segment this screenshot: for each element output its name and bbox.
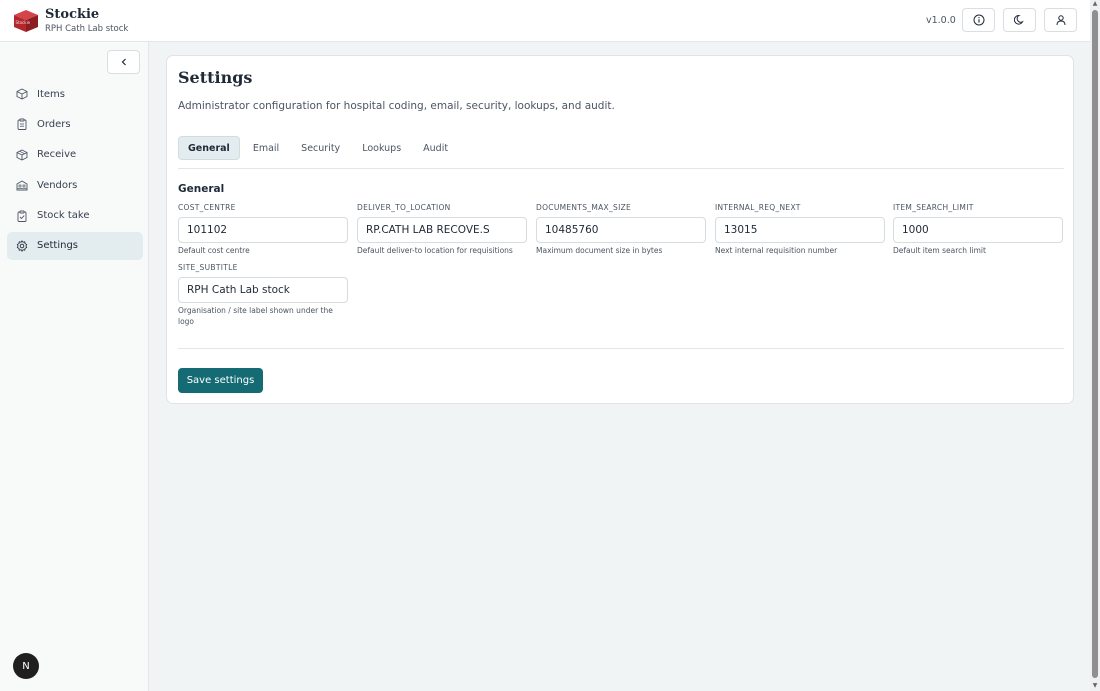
sidebar-nav: Items Orders Receive Vendors Stock take … [7, 80, 143, 262]
info-icon [973, 14, 984, 26]
field-label: INTERNAL_REQ_NEXT [715, 203, 801, 212]
info-button[interactable] [962, 8, 995, 32]
field-help: Organisation / site label shown under th… [178, 306, 333, 326]
tab-security[interactable]: Security [292, 136, 349, 160]
sidebar-item-label: Settings [37, 240, 79, 252]
internal-req-next-input[interactable]: 13015 [715, 217, 885, 243]
sidebar-item-vendors[interactable]: Vendors [7, 171, 143, 199]
field-help: Default item search limit [893, 246, 986, 255]
stockie-logo: Stockie [14, 10, 38, 32]
field-cost-centre: COST_CENTRE 101102 Default cost centre [178, 203, 348, 256]
sidebar-item-label: Orders [37, 118, 71, 130]
cost-centre-input[interactable]: 101102 [178, 217, 348, 243]
save-settings-button[interactable]: Save settings [178, 368, 263, 393]
field-deliver-to-location: DELIVER_TO_LOCATION RP.CATH LAB RECOVE.S… [357, 203, 527, 256]
section-title: General [178, 183, 225, 195]
box-icon [16, 88, 28, 100]
field-internal-req-next: INTERNAL_REQ_NEXT 13015 Next internal re… [715, 203, 885, 256]
version-label: v1.0.0 [926, 15, 956, 26]
sidebar-item-settings[interactable]: Settings [7, 231, 143, 260]
settings-tabs: General Email Security Lookups Audit [178, 136, 461, 160]
form-divider [178, 348, 1064, 349]
top-bar: Stockie Stockie RPH Cath Lab stock v1.0.… [0, 0, 1090, 42]
collapse-sidebar-button[interactable] [107, 50, 140, 74]
user-menu-button[interactable] [1044, 8, 1077, 32]
sidebar-item-label: Items [37, 88, 65, 100]
gear-icon [16, 240, 28, 252]
field-item-search-limit: ITEM_SEARCH_LIMIT 1000 Default item sear… [893, 203, 1063, 256]
deliver-to-location-input[interactable]: RP.CATH LAB RECOVE.S [357, 217, 527, 243]
sidebar: Items Orders Receive Vendors Stock take … [0, 42, 149, 691]
sidebar-item-orders[interactable]: Orders [7, 110, 143, 138]
field-help: Default deliver-to location for requisit… [357, 246, 513, 255]
chevron-left-icon [121, 58, 126, 66]
sidebar-item-items[interactable]: Items [7, 80, 143, 108]
clipboard-check-icon [17, 210, 27, 222]
scrollbar[interactable]: ▲ ▼ [1090, 0, 1100, 691]
scroll-thumb[interactable] [1092, 10, 1098, 678]
package-in-icon [16, 149, 28, 161]
tab-email[interactable]: Email [244, 136, 288, 160]
item-search-limit-input[interactable]: 1000 [893, 217, 1063, 243]
building-icon [16, 180, 28, 191]
field-help: Default cost centre [178, 246, 250, 255]
theme-toggle-button[interactable] [1003, 8, 1036, 32]
clipboard-icon [17, 118, 27, 131]
page-description: Administrator configuration for hospital… [178, 100, 615, 112]
sidebar-item-label: Receive [37, 149, 77, 161]
site-label: RPH Cath Lab stock [45, 24, 129, 34]
user-icon [1056, 15, 1065, 26]
field-label: ITEM_SEARCH_LIMIT [893, 203, 974, 212]
sidebar-item-receive[interactable]: Receive [7, 141, 143, 169]
avatar[interactable]: N [13, 653, 39, 679]
tabs-divider [178, 168, 1064, 169]
field-help: Maximum document size in bytes [536, 246, 663, 255]
tab-general[interactable]: General [178, 136, 240, 160]
field-label: DOCUMENTS_MAX_SIZE [536, 203, 632, 212]
field-help: Next internal requisition number [715, 246, 838, 255]
tab-lookups[interactable]: Lookups [353, 136, 410, 160]
scroll-down-icon[interactable]: ▼ [1092, 683, 1098, 689]
page-title: Settings [178, 68, 253, 87]
app-name: Stockie [45, 7, 100, 22]
sidebar-item-stock-take[interactable]: Stock take [7, 202, 143, 230]
field-site-subtitle: SITE_SUBTITLE RPH Cath Lab stock Organis… [178, 263, 348, 327]
logo-lettering: Stockie [16, 20, 31, 25]
settings-card: Settings Administrator configuration for… [166, 55, 1074, 404]
field-label: DELIVER_TO_LOCATION [357, 203, 451, 212]
scroll-up-icon[interactable]: ▲ [1092, 1, 1098, 7]
field-label: SITE_SUBTITLE [178, 263, 238, 272]
field-label: COST_CENTRE [178, 203, 236, 212]
site-subtitle-input[interactable]: RPH Cath Lab stock [178, 277, 348, 303]
sidebar-item-label: Vendors [37, 179, 78, 191]
brand[interactable]: Stockie RPH Cath Lab stock [45, 7, 129, 35]
moon-icon [1013, 14, 1024, 25]
sidebar-item-label: Stock take [37, 210, 90, 222]
tab-audit[interactable]: Audit [414, 136, 457, 160]
documents-max-size-input[interactable]: 10485760 [536, 217, 706, 243]
field-documents-max-size: DOCUMENTS_MAX_SIZE 10485760 Maximum docu… [536, 203, 706, 256]
